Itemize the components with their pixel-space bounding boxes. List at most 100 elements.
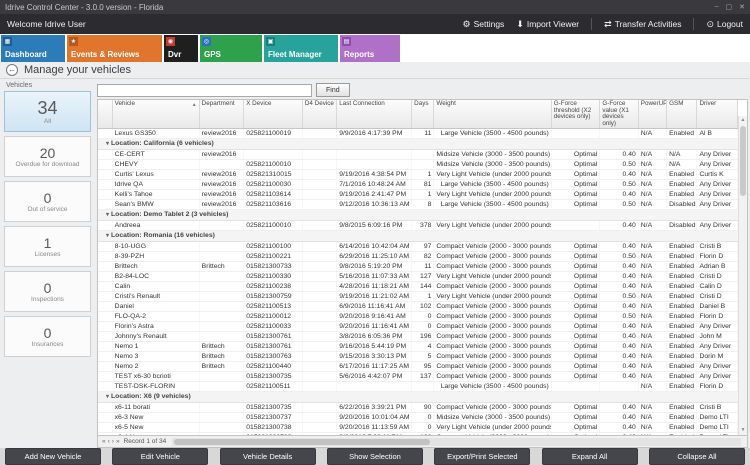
cell-d4-device[interactable] (302, 301, 338, 312)
cell-weight[interactable]: Compact Vehicle (2000 - 3000 pounds) (433, 361, 552, 372)
cell-last-connection[interactable]: 3/8/2016 6:05:36 PM (336, 331, 413, 342)
cell-last-connection[interactable]: 9/20/2016 11:13:59 AM (336, 422, 413, 433)
cell-g-force-threshold-x2-devices-only[interactable]: Optimal (551, 422, 601, 433)
row-status-cell[interactable] (98, 159, 113, 170)
cell-powerup[interactable]: N/A (638, 361, 668, 372)
cell-last-connection[interactable]: 9/8/2016 5:19:20 PM (336, 261, 413, 272)
cell-days[interactable]: 4 (411, 341, 435, 352)
cell-weight[interactable]: Compact Vehicle (2000 - 3000 pounds) (433, 341, 552, 352)
cell-g-force-value-x1-devices-only[interactable]: 0.40 (599, 341, 639, 352)
cell-d4-device[interactable] (302, 331, 338, 342)
cell-d4-device[interactable] (302, 361, 338, 372)
row-status-cell[interactable] (98, 341, 113, 352)
cell-days[interactable]: 0 (411, 321, 435, 332)
cell-x-device[interactable]: 025821100012 (243, 311, 303, 322)
cell-x-device[interactable]: 015821300735 (243, 371, 303, 382)
group-row[interactable]: ▾ Location: Romania (16 vehicles) (98, 230, 738, 242)
cell-vehicle[interactable]: x6-5 New (112, 422, 200, 433)
column-header-last-connection[interactable]: Last Connection (336, 100, 413, 129)
cell-gsm[interactable]: Disabled (666, 199, 698, 210)
cell-vehicle[interactable]: 8-39-PZH (112, 251, 200, 262)
cell-department[interactable] (199, 381, 245, 392)
cell-gsm[interactable]: Enabled (666, 402, 698, 413)
cell-g-force-threshold-x2-devices-only[interactable] (551, 220, 601, 231)
cell-driver[interactable]: Any Driver (696, 149, 738, 160)
cell-powerup[interactable]: N/A (638, 261, 668, 272)
cell-last-connection[interactable]: 6/14/2016 10:42:04 AM (336, 241, 413, 252)
cell-last-connection[interactable] (336, 149, 413, 160)
cell-gsm[interactable]: Enabled (666, 331, 698, 342)
last-record-button[interactable]: » (115, 438, 121, 445)
tab-fleet-manager[interactable]: ▣ Fleet Manager (264, 35, 338, 62)
cell-driver[interactable]: Cristi D (696, 271, 738, 282)
row-status-cell[interactable] (98, 281, 113, 292)
back-button[interactable]: ← (6, 64, 18, 76)
cell-department[interactable] (199, 422, 245, 433)
cell-days[interactable]: 137 (411, 371, 435, 382)
row-status-cell[interactable] (98, 149, 113, 160)
cell-last-connection[interactable]: 9/19/2016 4:38:54 PM (336, 169, 413, 180)
cell-last-connection[interactable]: 9/15/2016 3:30:13 PM (336, 351, 413, 362)
cell-d4-device[interactable] (302, 189, 338, 200)
first-record-button[interactable]: « (101, 438, 107, 445)
cell-gsm[interactable]: Enabled (666, 341, 698, 352)
cell-driver[interactable]: Calin D (696, 281, 738, 292)
cell-vehicle[interactable]: Curtis' Lexus (112, 169, 200, 180)
table-row[interactable]: B2-84-LOC 025821100330 5/16/2016 11:07:33 … (98, 271, 738, 282)
cell-powerup[interactable]: N/A (638, 271, 668, 282)
horizontal-scrollbar[interactable] (172, 437, 741, 446)
close-button[interactable]: ✕ (739, 3, 745, 11)
cell-driver[interactable]: Demo LTI (696, 412, 738, 423)
group-row-cell[interactable]: ▾ Location: California (6 vehicles) (98, 138, 738, 150)
cell-weight[interactable]: Compact Vehicle (2000 - 3000 pounds) (433, 251, 552, 262)
cell-powerup[interactable]: N/A (638, 301, 668, 312)
cell-days[interactable] (411, 159, 435, 170)
cell-department[interactable]: Brittech (199, 341, 245, 352)
cell-driver[interactable]: Any Driver (696, 321, 738, 332)
cell-g-force-value-x1-devices-only[interactable]: 0.50 (599, 179, 639, 190)
cell-vehicle[interactable]: x6-11 borati (112, 402, 200, 413)
cell-gsm[interactable]: Enabled (666, 281, 698, 292)
cell-vehicle[interactable]: Sean's BMW (112, 199, 200, 210)
expand-all-button[interactable]: Expand All (541, 448, 638, 465)
cell-g-force-threshold-x2-devices-only[interactable]: Optimal (551, 351, 601, 362)
cell-last-connection[interactable]: 9/9/2016 4:17:39 PM (336, 128, 413, 139)
group-expander-icon[interactable]: ▾ (106, 212, 109, 218)
row-status-cell[interactable] (98, 169, 113, 180)
cell-g-force-value-x1-devices-only[interactable]: 0.50 (599, 199, 639, 210)
cell-gsm[interactable]: Enabled (666, 432, 698, 435)
tab-reports[interactable]: ▤ Reports (340, 35, 400, 62)
cell-powerup[interactable]: N/A (638, 241, 668, 252)
cell-weight[interactable]: Very Light Vehicle (under 2000 pounds) (433, 271, 552, 282)
cell-weight[interactable]: Compact Vehicle (2000 - 3000 pounds) (433, 311, 552, 322)
cell-d4-device[interactable] (302, 169, 338, 180)
cell-department[interactable]: review2016 (199, 179, 245, 190)
table-row[interactable]: CHEVY 025821100010 Midsize Vehicle (3000 -… (98, 159, 738, 170)
edit-vehicle-button[interactable]: Edit Vehicle (112, 448, 209, 465)
cell-d4-device[interactable] (302, 149, 338, 160)
cell-vehicle[interactable]: CE-CERT (112, 149, 200, 160)
cell-last-connection[interactable]: 6/9/2016 11:16:41 AM (336, 301, 413, 312)
cell-department[interactable] (199, 402, 245, 413)
cell-powerup[interactable]: N/A (638, 159, 668, 170)
cell-g-force-value-x1-devices-only[interactable]: 0.40 (599, 331, 639, 342)
cell-last-connection[interactable]: 9/19/2016 2:41:47 PM (336, 189, 413, 200)
add-new-vehicle-button[interactable]: Add New Vehicle (5, 448, 101, 465)
cell-vehicle[interactable]: Daniel (112, 301, 200, 312)
cell-powerup[interactable]: N/A (638, 381, 668, 392)
table-row[interactable]: x6-4 New 015821300739 9/8/2016 5:02:11 PM1… (98, 432, 738, 435)
import-viewer-button[interactable]: ⬇ Import Viewer (516, 19, 579, 29)
cell-gsm[interactable]: N/A (666, 159, 698, 170)
cell-g-force-value-x1-devices-only[interactable]: 0.40 (599, 412, 639, 423)
cell-d4-device[interactable] (302, 179, 338, 190)
table-row[interactable]: 8-10-UGG 025821100100 6/14/2016 10:42:04 A… (98, 241, 738, 252)
cell-days[interactable]: 196 (411, 331, 435, 342)
cell-powerup[interactable]: N/A (638, 402, 668, 413)
cell-last-connection[interactable]: 6/22/2016 3:39:21 PM (336, 402, 413, 413)
cell-weight[interactable]: Compact Vehicle (2000 - 3000 pounds) (433, 301, 552, 312)
cell-weight[interactable]: Midsize Vehicle (3000 - 3500 pounds) (433, 412, 552, 423)
cell-g-force-value-x1-devices-only[interactable] (599, 381, 639, 392)
cell-g-force-threshold-x2-devices-only[interactable]: Optimal (551, 301, 601, 312)
cell-department[interactable]: review2016 (199, 199, 245, 210)
table-row[interactable]: 8-39-PZH 025821100221 6/29/2016 11:25:10 A… (98, 251, 738, 262)
